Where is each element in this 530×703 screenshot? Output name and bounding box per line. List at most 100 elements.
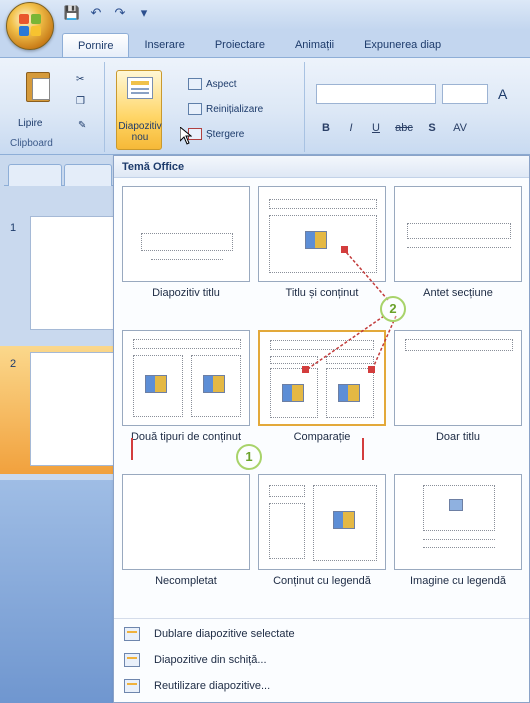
reset-label: Reinițializare — [206, 103, 264, 115]
font-grow-icon[interactable]: A — [498, 86, 507, 102]
spacing-button[interactable]: AV — [449, 122, 471, 134]
content-placeholder-icon — [203, 375, 225, 393]
layout-button[interactable]: Aspect — [188, 78, 237, 90]
layout-label: Antet secțiune — [423, 287, 493, 299]
duplicate-icon — [124, 627, 140, 641]
content-placeholder-icon — [333, 511, 355, 529]
layout-grid: Diapozitiv titlu Titlu și conținut Antet… — [114, 178, 530, 618]
paste-icon[interactable] — [20, 66, 54, 106]
group-divider — [304, 62, 305, 152]
layout-label: Diapozitiv titlu — [152, 287, 220, 299]
undo-icon[interactable]: ↶ — [88, 5, 104, 21]
format-painter-icon[interactable]: ✎ — [78, 120, 86, 131]
layout-icon — [188, 78, 202, 90]
tab-slide-show[interactable]: Expunerea diap — [349, 33, 456, 57]
strikethrough-button[interactable]: abc — [393, 122, 415, 134]
annotation-marker-2: 2 — [380, 296, 406, 322]
font-size-box[interactable] — [442, 84, 488, 104]
layout-item[interactable]: Diapozitiv titlu — [122, 186, 250, 326]
redo-icon[interactable]: ↷ — [112, 5, 128, 21]
layout-thumb — [122, 186, 250, 282]
layout-thumb — [122, 330, 250, 426]
layout-label: Conținut cu legendă — [273, 575, 371, 587]
quick-access-toolbar: 💾 ↶ ↷ ▾ — [64, 5, 152, 21]
outline-icon — [124, 653, 140, 667]
menu-item-label: Diapozitive din schiță... — [154, 654, 267, 666]
underline-button[interactable]: U — [368, 122, 384, 134]
reset-icon — [188, 103, 202, 115]
slides-from-outline-menu-item[interactable]: Diapozitive din schiță... — [114, 649, 529, 671]
menu-item-label: Reutilizare diapozitive... — [154, 680, 271, 692]
layout-item[interactable]: Imagine cu legendă — [394, 474, 522, 614]
reuse-slides-menu-item[interactable]: Reutilizare diapozitive... — [114, 675, 529, 697]
duplicate-slides-menu-item[interactable]: Dublare diapozitive selectate — [114, 623, 529, 645]
red-marker — [362, 438, 364, 460]
menu-item-label: Dublare diapozitive selectate — [154, 628, 295, 640]
panel-tabs — [4, 164, 114, 186]
tab-design[interactable]: Proiectare — [200, 33, 280, 57]
paste-button[interactable]: Lipire — [18, 118, 42, 129]
layout-label: Necompletat — [155, 575, 217, 587]
reuse-icon — [124, 679, 140, 693]
red-marker — [131, 438, 133, 460]
layout-thumb — [122, 474, 250, 570]
slide-number: 2 — [10, 358, 17, 370]
layout-item[interactable]: Conținut cu legendă — [258, 474, 386, 614]
tab-slides[interactable] — [8, 164, 62, 186]
layout-thumb — [258, 474, 386, 570]
format-row: B I U abc S AV — [318, 122, 471, 134]
layout-item[interactable]: Două tipuri de conținut — [122, 330, 250, 470]
office-logo-icon — [19, 14, 43, 38]
layout-thumb — [394, 474, 522, 570]
shadow-button[interactable]: S — [424, 122, 440, 134]
new-slide-button[interactable]: Diapozitiv nou — [116, 70, 162, 150]
office-button[interactable] — [6, 2, 54, 50]
layout-label: Comparație — [293, 431, 351, 443]
layout-label: Aspect — [206, 78, 237, 90]
annotation-marker-1: 1 — [236, 444, 262, 470]
gallery-menu: Dublare diapozitive selectate Diapozitiv… — [114, 618, 529, 703]
layout-item[interactable]: Comparație — [258, 330, 386, 470]
layout-item[interactable]: Doar titlu — [394, 330, 522, 470]
tab-insert[interactable]: Inserare — [129, 33, 199, 57]
content-placeholder-icon — [282, 384, 304, 402]
layout-label: Imagine cu legendă — [409, 575, 506, 587]
tab-animations[interactable]: Animații — [280, 33, 349, 57]
content-placeholder-icon — [145, 375, 167, 393]
layout-thumb — [258, 186, 386, 282]
font-name-box[interactable] — [316, 84, 436, 104]
italic-button[interactable]: I — [343, 122, 359, 134]
new-slide-label: Diapozitiv nou — [118, 121, 162, 143]
layout-thumb — [258, 330, 386, 426]
copy-icon[interactable]: ❐ — [76, 96, 85, 107]
panel-background — [0, 480, 118, 703]
picture-placeholder-icon — [449, 499, 463, 511]
layout-item[interactable]: Antet secțiune — [394, 186, 522, 326]
ribbon-tabs: Pornire Inserare Proiectare Animații Exp… — [62, 33, 456, 57]
layout-item[interactable]: Titlu și conținut — [258, 186, 386, 326]
layout-label: Doar titlu — [435, 431, 481, 443]
delete-button[interactable]: Ștergere — [188, 128, 244, 140]
reset-button[interactable]: Reinițializare — [188, 103, 263, 115]
gallery-header: Temă Office — [114, 156, 529, 178]
tab-home[interactable]: Pornire — [62, 33, 130, 57]
new-slide-icon — [127, 77, 153, 99]
content-placeholder-icon — [338, 384, 360, 402]
customize-icon[interactable]: ▾ — [136, 5, 152, 21]
group-divider — [104, 62, 105, 152]
layout-label: Titlu și conținut — [285, 287, 359, 299]
content-placeholder-icon — [305, 231, 327, 249]
layout-thumb — [394, 186, 522, 282]
slide-thumbnail[interactable] — [30, 352, 114, 466]
tab-outline[interactable] — [64, 164, 112, 186]
cut-icon[interactable]: ✂ — [76, 74, 84, 85]
delete-label: Ștergere — [206, 128, 245, 140]
layout-thumb — [394, 330, 522, 426]
save-icon[interactable]: 💾 — [64, 5, 80, 21]
slide-thumbnail[interactable] — [30, 216, 114, 330]
layout-item[interactable]: Necompletat — [122, 474, 250, 614]
bold-button[interactable]: B — [318, 122, 334, 134]
slide-number: 1 — [10, 222, 17, 234]
clipboard-group-label: Clipboard — [10, 138, 53, 149]
layout-label: Două tipuri de conținut — [130, 431, 242, 443]
